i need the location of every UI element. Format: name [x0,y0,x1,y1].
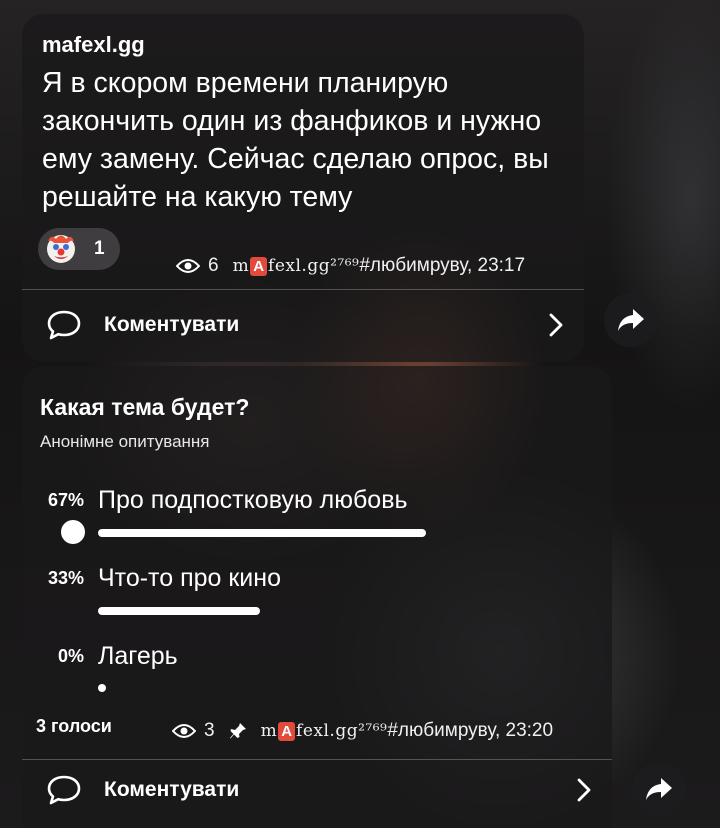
comment-button[interactable]: Коментувати [46,774,596,806]
comment-bubble-icon [47,775,81,805]
poll-question: Какая тема будет? [40,394,250,420]
reaction-count: 1 [94,238,105,259]
signature-suffix: fexl.gg²⁷⁶⁹ [268,256,360,276]
poll-meta: 3 m Afexl.gg²⁷⁶⁹ #любимруву, 23:20 [172,720,553,742]
poll-option-percent: 0% [57,646,84,666]
message-bubble: mafexl.gg Я в скором времени планирую за… [22,14,584,362]
poll-option-bar [98,529,427,537]
poll-option-percent: 33% [47,568,84,588]
poll-option-text: Что-то про кино [98,564,281,592]
divider [22,289,584,290]
share-button[interactable] [632,762,686,816]
comment-button[interactable]: Коментувати [46,309,566,341]
share-arrow-icon [646,778,672,800]
poll-type: Анонімне опитування [40,432,210,451]
vote-count: 3 голоси [36,716,112,736]
signature-suffix: fexl.gg²⁷⁶⁹ [296,721,388,741]
poll-option-text: Про подпостковую любовь [98,486,408,514]
poll-option-percent: 67% [47,490,84,510]
clown-face-icon [47,235,75,263]
chevron-right-icon [577,778,591,802]
message-author[interactable]: mafexl.gg [42,32,145,58]
message-meta: 6 m Afexl.gg²⁷⁶⁹ #любимруву, 23:17 [176,255,525,277]
signature-badge: A [250,256,268,276]
share-button[interactable] [604,293,658,347]
chosen-option-marker [61,520,85,544]
comment-label: Коментувати [104,778,240,801]
comment-bubble-icon [47,310,81,340]
eye-icon [172,724,196,738]
chevron-right-icon [549,313,563,337]
poll-option-bar [98,607,260,615]
signature-prefix: m [260,721,278,741]
poll-option-text: Лагерь [98,642,178,670]
eye-icon [176,259,200,273]
signature-prefix: m [232,256,250,276]
signature-badge: A [278,721,296,741]
share-arrow-icon [618,309,644,331]
poll-option-bar [98,684,106,692]
pin-icon [229,723,246,739]
divider [22,759,612,760]
comment-label: Коментувати [104,313,240,336]
hashtag-time: #любимруву, 23:20 [387,720,554,741]
view-count: 6 [208,255,219,276]
hashtag-time: #любимруву, 23:17 [359,255,526,276]
poll-bubble: Какая тема будет? Анонімне опитування 67… [22,366,612,828]
reaction-chip[interactable]: 1 [38,228,120,270]
message-text: Я в скором времени планирую закончить од… [42,67,549,213]
view-count: 3 [204,720,215,741]
